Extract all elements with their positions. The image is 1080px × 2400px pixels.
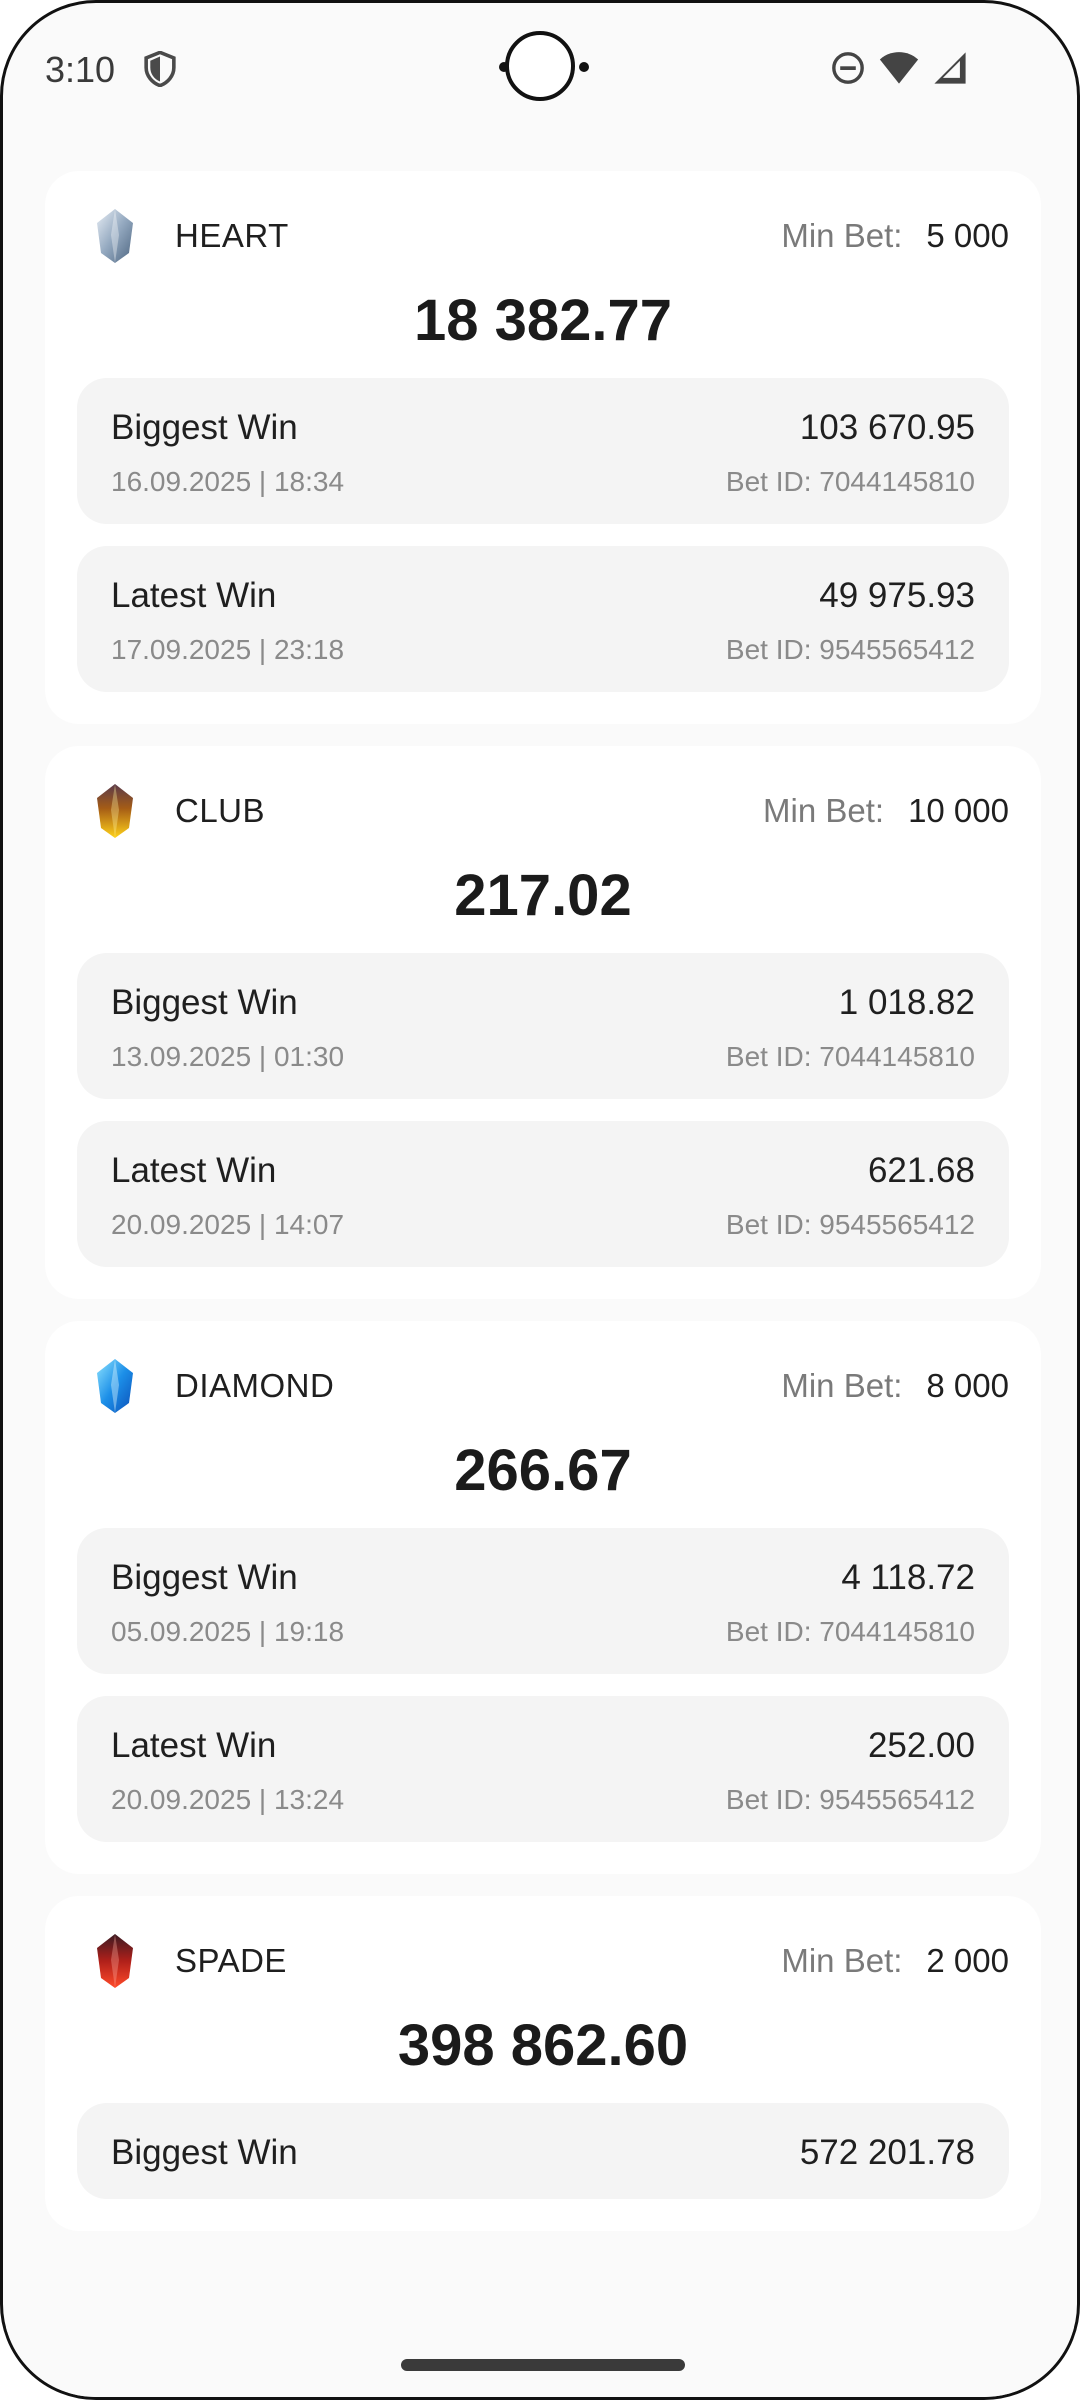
win-amount: 103 670.95 <box>799 408 975 447</box>
jackpot-amount: 398 862.60 <box>397 2013 689 2078</box>
biggest-win-box: Biggest Win 572 201.78 <box>77 2103 1009 2199</box>
min-bet: Min Bet: 10 000 <box>763 792 1009 830</box>
min-bet-value: 10 000 <box>908 792 1009 829</box>
latest-win-box: Latest Win 252.00 20.09.2025 | 13:24 Bet… <box>77 1696 1009 1842</box>
win-bet-id: Bet ID: 9545565412 <box>725 1209 975 1240</box>
win-amount: 621.68 <box>867 1151 975 1190</box>
jackpot-list[interactable]: HEART Min Bet: 5 000 18 382.77 Biggest W… <box>45 171 1041 2253</box>
win-amount: 572 201.78 <box>799 2133 975 2172</box>
jackpot-name: HEART <box>175 217 289 254</box>
min-bet-label: Min Bet: <box>781 1942 903 1979</box>
win-amount: 4 118.72 <box>841 1558 975 1597</box>
spade-gem-icon <box>85 1931 145 1991</box>
min-bet-label: Min Bet: <box>781 217 903 254</box>
camera-dot-right <box>579 62 589 72</box>
win-bet-id: Bet ID: 7044145810 <box>725 466 975 497</box>
win-label: Latest Win <box>111 1726 277 1765</box>
win-label: Latest Win <box>111 576 277 615</box>
win-label: Biggest Win <box>111 408 298 447</box>
card-header: DIAMOND Min Bet: 8 000 <box>77 1351 1009 1421</box>
jackpot-amount: 217.02 <box>454 863 632 928</box>
status-time: 3:10 <box>45 49 116 90</box>
card-header: CLUB Min Bet: 10 000 <box>77 776 1009 846</box>
min-bet: Min Bet: 5 000 <box>781 217 1009 255</box>
jackpot-card-heart[interactable]: HEART Min Bet: 5 000 18 382.77 Biggest W… <box>45 171 1041 724</box>
win-amount: 1 018.82 <box>838 983 975 1022</box>
jackpot-name: SPADE <box>175 1942 287 1979</box>
wifi-icon <box>879 52 919 84</box>
jackpot-name: DIAMOND <box>175 1367 335 1404</box>
heart-gem-icon <box>85 206 145 266</box>
win-label: Latest Win <box>111 1151 277 1190</box>
diamond-gem-icon <box>85 1356 145 1416</box>
min-bet-value: 5 000 <box>926 217 1009 254</box>
signal-icon <box>934 52 966 84</box>
shield-icon <box>144 51 176 87</box>
win-date: 20.09.2025 | 13:24 <box>111 1784 345 1815</box>
phone-screen: 3:10 HEART Min Bet: 5 000 18 382.77 Bigg… <box>0 0 1080 2400</box>
min-bet-label: Min Bet: <box>763 792 885 829</box>
latest-win-box: Latest Win 621.68 20.09.2025 | 14:07 Bet… <box>77 1121 1009 1267</box>
win-label: Biggest Win <box>111 2133 298 2172</box>
do-not-disturb-icon <box>832 52 864 84</box>
jackpot-name: CLUB <box>175 792 266 829</box>
win-amount: 252.00 <box>867 1726 975 1765</box>
min-bet: Min Bet: 2 000 <box>781 1942 1009 1980</box>
win-date: 13.09.2025 | 01:30 <box>111 1041 345 1072</box>
biggest-win-box: Biggest Win 4 118.72 05.09.2025 | 19:18 … <box>77 1528 1009 1674</box>
front-camera <box>505 31 575 101</box>
status-icons <box>831 51 967 85</box>
status-bar: 3:10 <box>3 3 1077 133</box>
home-indicator[interactable] <box>401 2359 685 2371</box>
win-bet-id: Bet ID: 7044145810 <box>725 1616 975 1647</box>
win-amount: 49 975.93 <box>819 576 975 615</box>
win-bet-id: Bet ID: 9545565412 <box>725 634 975 665</box>
biggest-win-box: Biggest Win 1 018.82 13.09.2025 | 01:30 … <box>77 953 1009 1099</box>
min-bet-label: Min Bet: <box>781 1367 903 1404</box>
biggest-win-box: Biggest Win 103 670.95 16.09.2025 | 18:3… <box>77 378 1009 524</box>
jackpot-amount: 266.67 <box>454 1438 632 1503</box>
min-bet-value: 2 000 <box>926 1942 1009 1979</box>
jackpot-amount: 18 382.77 <box>413 288 673 353</box>
min-bet: Min Bet: 8 000 <box>781 1367 1009 1405</box>
club-gem-icon <box>85 781 145 841</box>
jackpot-card-club[interactable]: CLUB Min Bet: 10 000 217.02 Biggest Win … <box>45 746 1041 1299</box>
win-bet-id: Bet ID: 7044145810 <box>725 1041 975 1072</box>
win-label: Biggest Win <box>111 983 298 1022</box>
card-header: SPADE Min Bet: 2 000 <box>77 1926 1009 1996</box>
win-date: 20.09.2025 | 14:07 <box>111 1209 345 1240</box>
min-bet-value: 8 000 <box>926 1367 1009 1404</box>
win-date: 16.09.2025 | 18:34 <box>111 466 345 497</box>
card-header: HEART Min Bet: 5 000 <box>77 201 1009 271</box>
win-bet-id: Bet ID: 9545565412 <box>725 1784 975 1815</box>
jackpot-card-spade[interactable]: SPADE Min Bet: 2 000 398 862.60 Biggest … <box>45 1896 1041 2231</box>
win-label: Biggest Win <box>111 1558 298 1597</box>
win-date: 17.09.2025 | 23:18 <box>111 634 345 665</box>
latest-win-box: Latest Win 49 975.93 17.09.2025 | 23:18 … <box>77 546 1009 692</box>
win-date: 05.09.2025 | 19:18 <box>111 1616 345 1647</box>
jackpot-card-diamond[interactable]: DIAMOND Min Bet: 8 000 266.67 Biggest Wi… <box>45 1321 1041 1874</box>
